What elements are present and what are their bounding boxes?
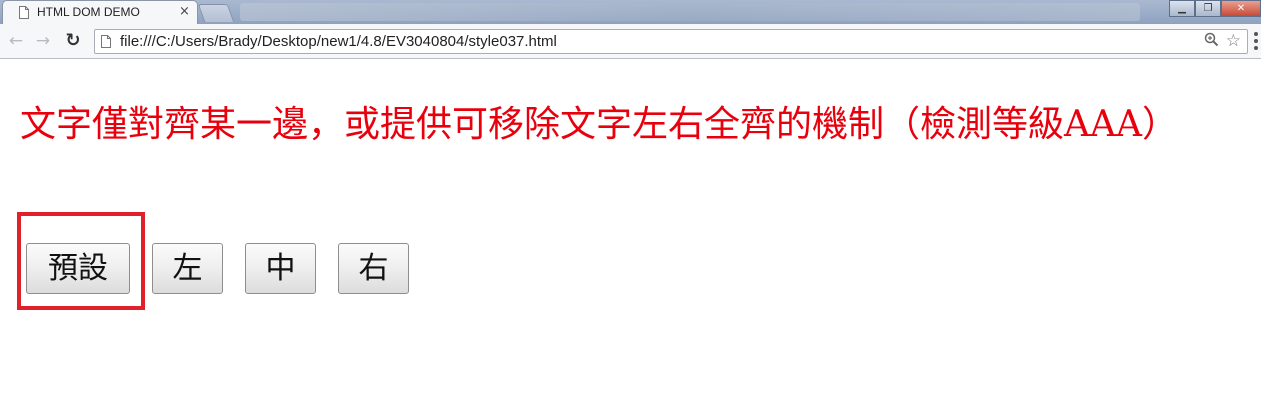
center-align-button[interactable]: 中 xyxy=(245,243,316,294)
window-controls: ▁ ❐ ✕ xyxy=(1169,0,1261,18)
reload-icon[interactable]: ↻ xyxy=(62,30,84,52)
background-tabs xyxy=(240,3,1140,21)
tab-title: HTML DOM DEMO xyxy=(37,5,140,19)
restore-button[interactable]: ❐ xyxy=(1195,0,1221,17)
forward-arrow-icon[interactable]: → xyxy=(32,30,54,52)
magnifier-icon xyxy=(1204,32,1219,47)
browser-window: HTML DOM DEMO × ▁ ❐ ✕ ← → ↻ file:///C:/U… xyxy=(0,0,1261,404)
tab-html-dom-demo[interactable]: HTML DOM DEMO × xyxy=(2,0,198,24)
zoom-icon[interactable] xyxy=(1204,32,1219,51)
address-bar[interactable]: file:///C:/Users/Brady/Desktop/new1/4.8/… xyxy=(94,29,1248,54)
bookmark-star-icon[interactable]: ☆ xyxy=(1226,31,1241,51)
minimize-button[interactable]: ▁ xyxy=(1169,0,1195,17)
back-arrow-icon[interactable]: ← xyxy=(5,30,27,52)
menu-icon[interactable] xyxy=(1254,32,1259,50)
browser-toolbar: ← → ↻ file:///C:/Users/Brady/Desktop/new… xyxy=(0,24,1261,59)
left-align-button[interactable]: 左 xyxy=(152,243,223,294)
page-icon xyxy=(19,6,29,19)
default-align-button[interactable]: 預設 xyxy=(26,243,130,294)
close-window-button[interactable]: ✕ xyxy=(1221,0,1261,17)
url-text[interactable]: file:///C:/Users/Brady/Desktop/new1/4.8/… xyxy=(120,33,557,50)
page-icon xyxy=(101,35,111,48)
right-align-button[interactable]: 右 xyxy=(338,243,409,294)
tab-strip: HTML DOM DEMO × ▁ ❐ ✕ xyxy=(0,0,1261,24)
new-tab-button[interactable] xyxy=(197,4,235,22)
tab-close-icon[interactable]: × xyxy=(179,4,190,20)
page-content: 文字僅對齊某一邊，或提供可移除文字左右全齊的機制（檢測等級AAA） 預設 左 中… xyxy=(0,60,1261,404)
page-heading: 文字僅對齊某一邊，或提供可移除文字左右全齊的機制（檢測等級AAA） xyxy=(20,104,1178,145)
